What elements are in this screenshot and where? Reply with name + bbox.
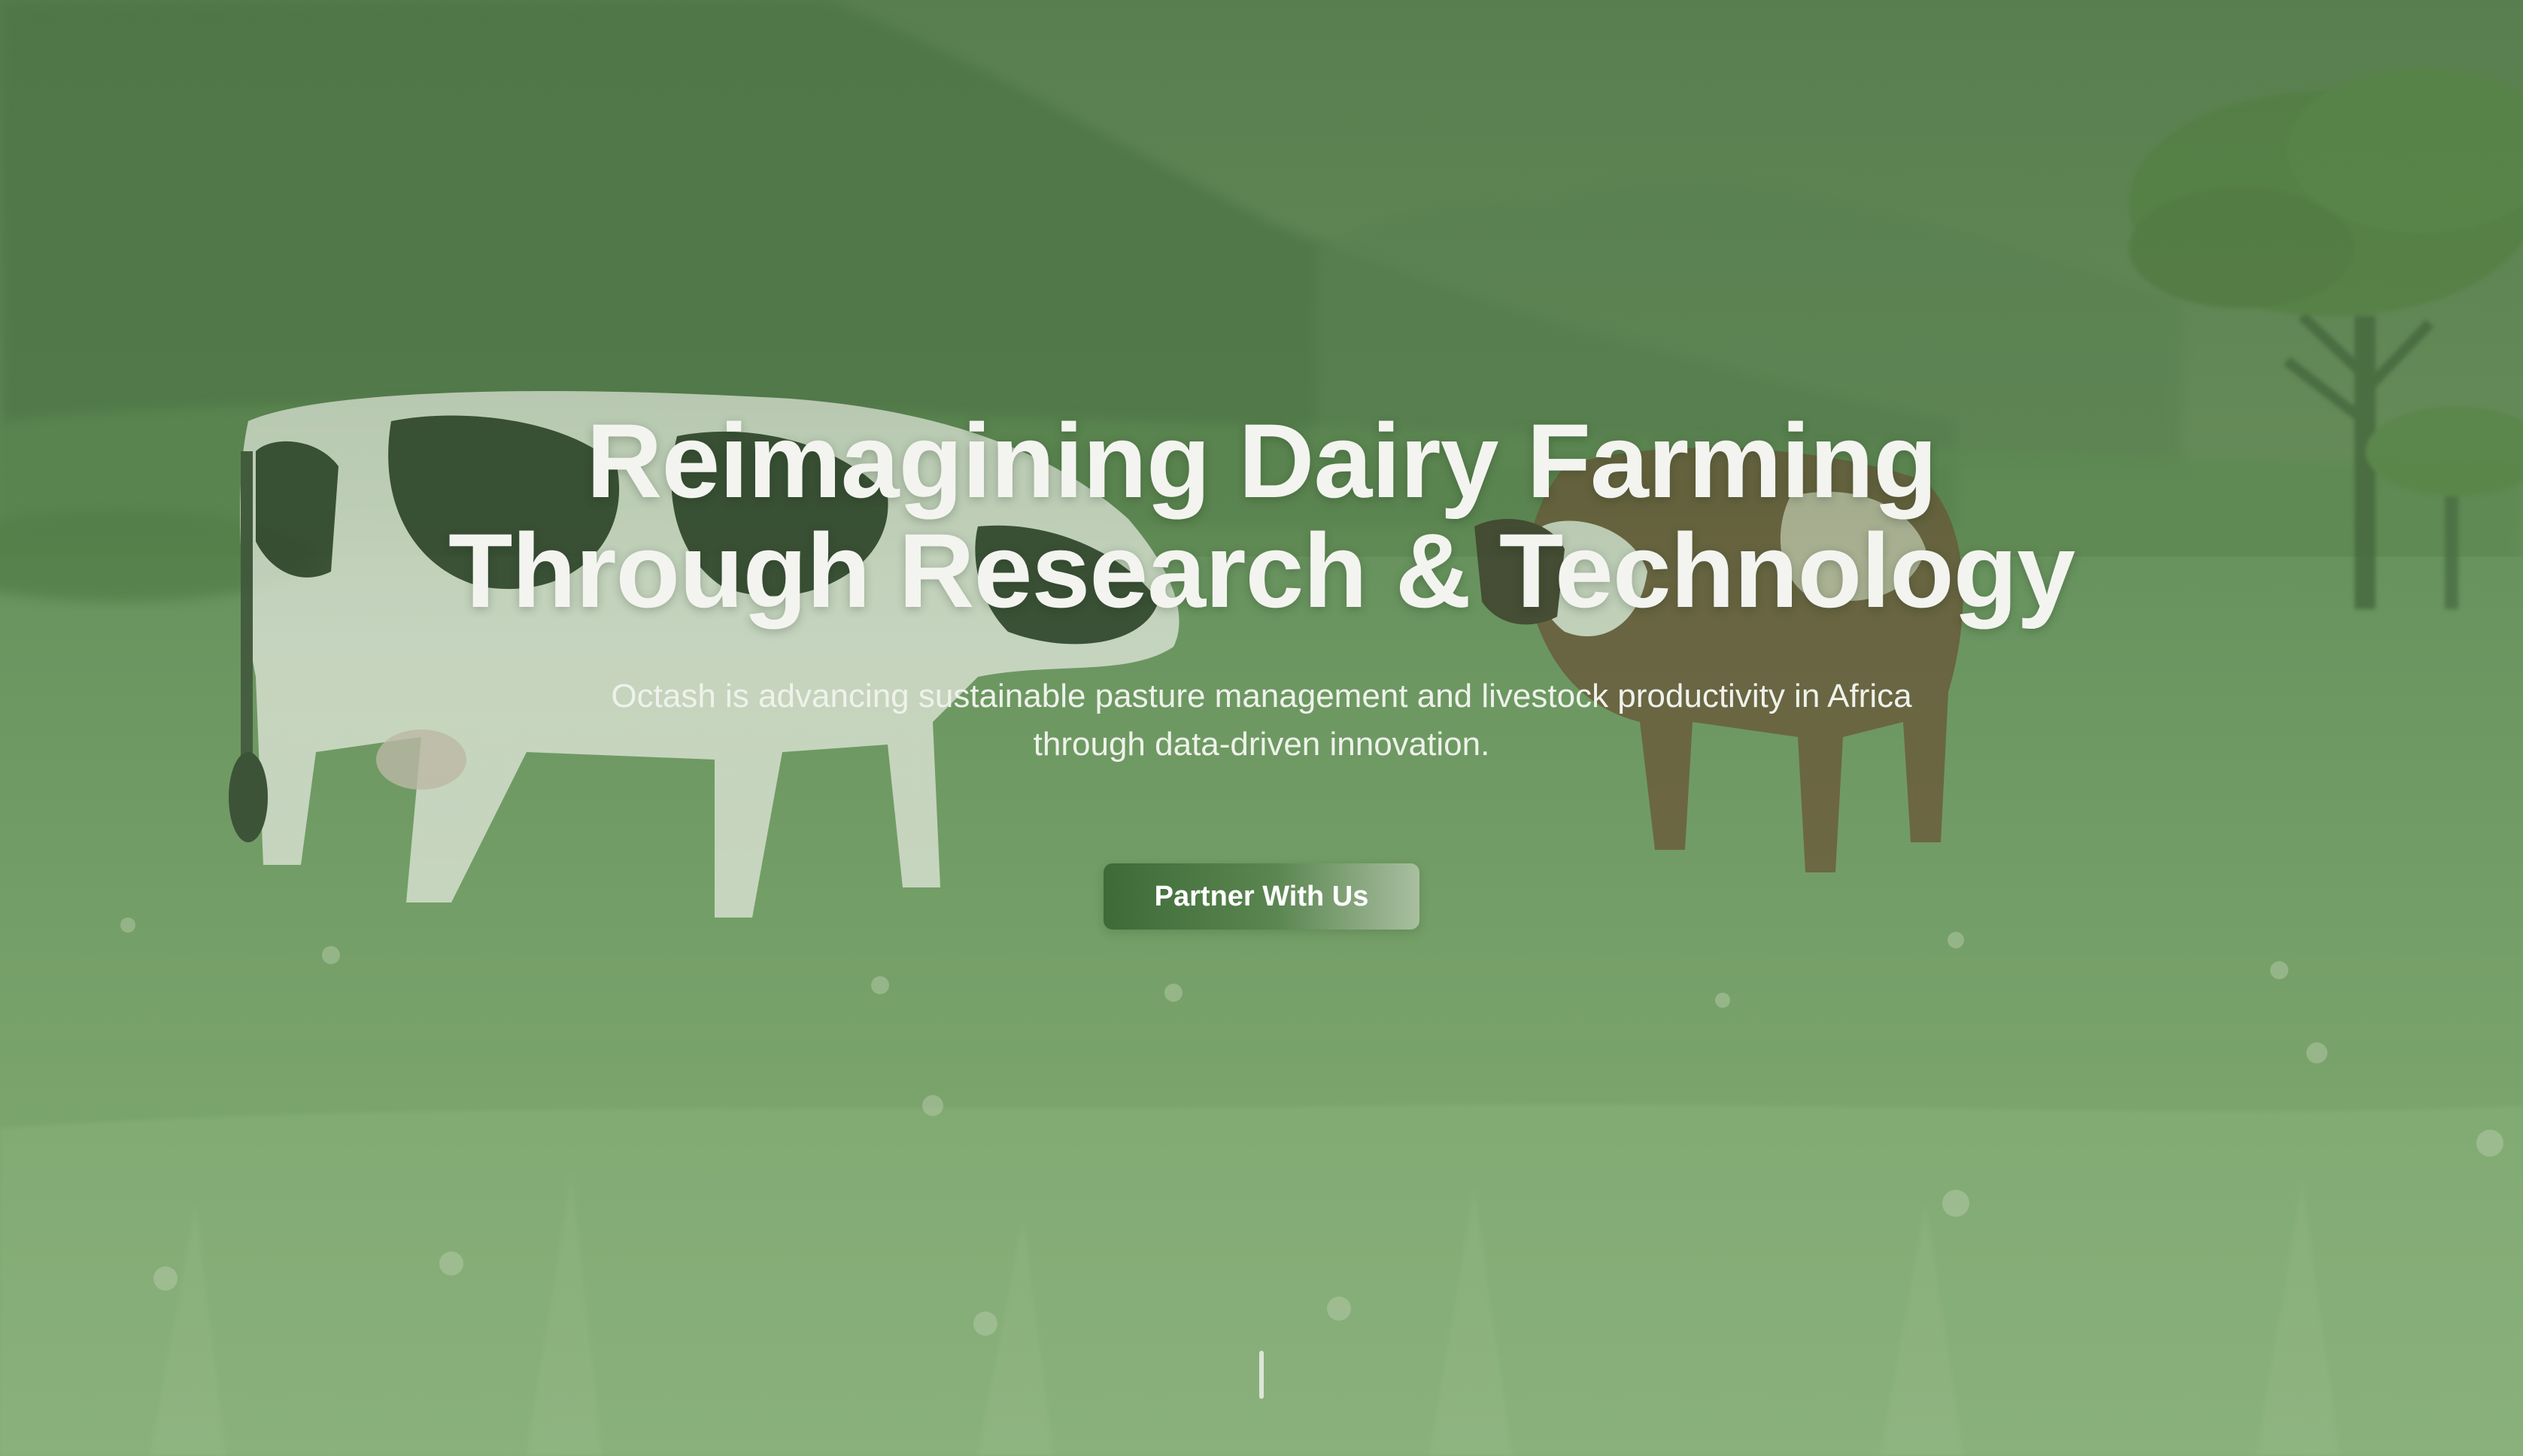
hero-title-line-2: Through Research & Technology — [448, 511, 2075, 629]
hero-section: Reimagining Dairy Farming Through Resear… — [0, 0, 2523, 1456]
hero-title: Reimagining Dairy Farming Through Resear… — [0, 406, 2523, 626]
scroll-indicator-icon[interactable] — [1259, 1351, 1264, 1399]
hero-content: Reimagining Dairy Farming Through Resear… — [0, 406, 2523, 930]
partner-with-us-button[interactable]: Partner With Us — [1104, 863, 1419, 930]
hero-title-line-1: Reimagining Dairy Farming — [586, 402, 1937, 520]
hero-subtitle: Octash is advancing sustainable pasture … — [611, 678, 1912, 763]
